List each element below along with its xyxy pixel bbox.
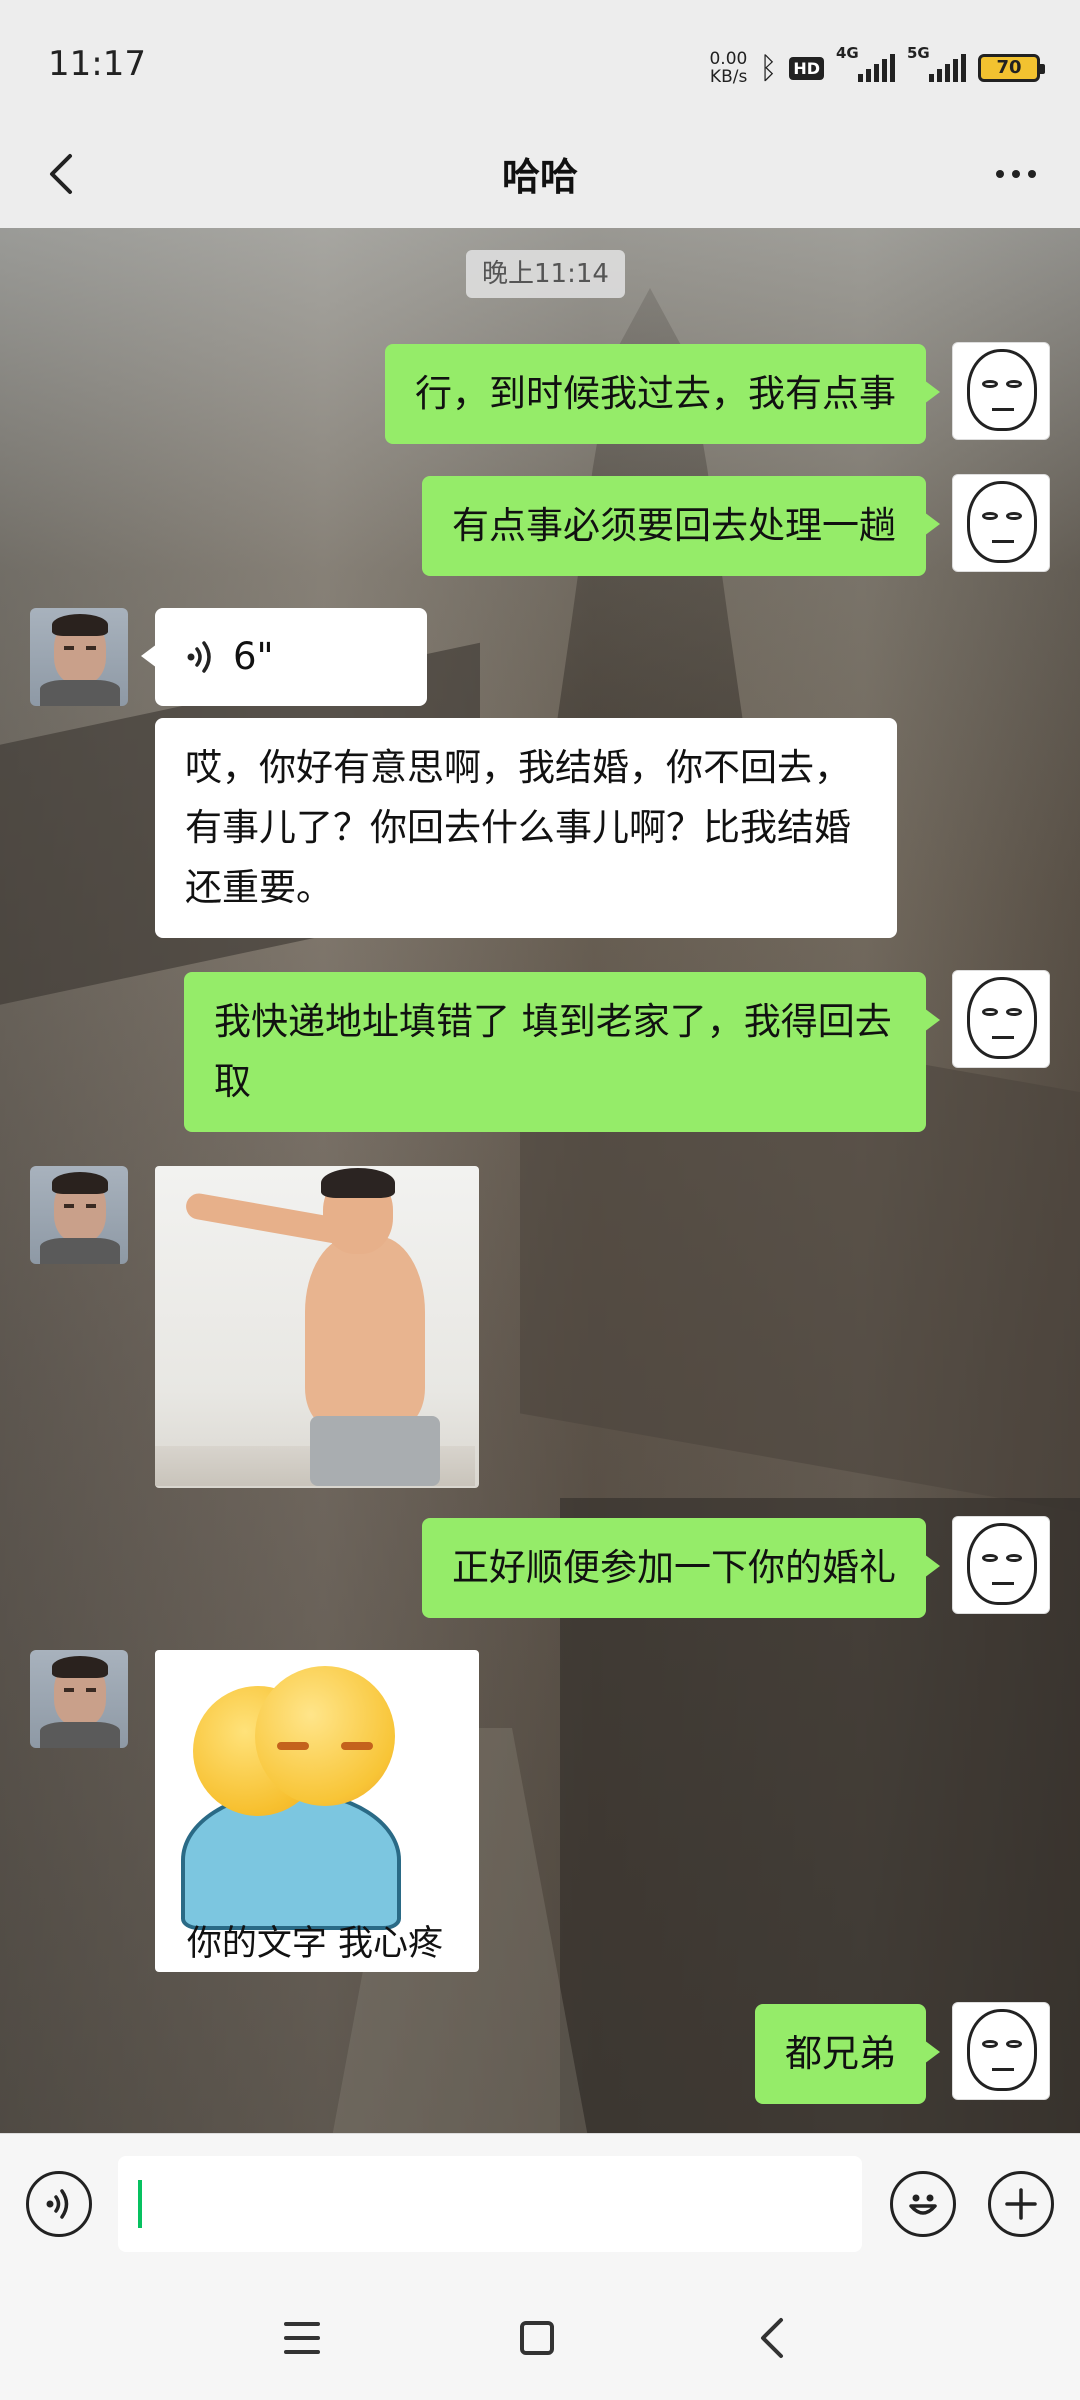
friend-face <box>52 1656 108 1726</box>
meme-face-icon <box>967 1523 1037 1605</box>
network-speed: 0.00 KB/s <box>709 49 748 87</box>
friend-avatar[interactable] <box>30 1650 128 1748</box>
chat-header: 哈哈 <box>0 120 1080 228</box>
menu-icon <box>284 2322 320 2354</box>
plus-icon <box>1005 2188 1037 2220</box>
more-dot-icon <box>1028 170 1036 178</box>
incoming-message[interactable]: 哎，你好有意思啊，我结婚，你不回去，有事儿了？你回去什么事儿啊？比我结婚还重要。 <box>155 718 897 938</box>
outgoing-message[interactable]: 有点事必须要回去处理一趟 <box>422 476 940 576</box>
friend-avatar[interactable] <box>30 1166 128 1264</box>
meme-face-icon <box>967 349 1037 431</box>
voice-message[interactable]: 6" <box>141 608 427 706</box>
my-avatar[interactable] <box>952 2002 1050 2100</box>
friend-avatar[interactable] <box>30 608 128 706</box>
sticker-message[interactable]: 你的文字 我心疼 <box>155 1650 479 1972</box>
voice-input-button[interactable] <box>26 2171 92 2237</box>
input-bar <box>0 2133 1080 2273</box>
system-back-button[interactable] <box>732 2303 812 2373</box>
sticker-caption: 你的文字 我心疼 <box>186 1924 444 1964</box>
message-input-field[interactable] <box>118 2156 862 2252</box>
outgoing-message[interactable]: 行，到时候我过去，我有点事 <box>385 344 940 444</box>
more-dot-icon <box>996 170 1004 178</box>
recent-apps-button[interactable] <box>262 2303 342 2373</box>
message-input[interactable] <box>148 2176 838 2232</box>
status-bar: 11:17 0.00 KB/s ᛒ HD 4G 5G 70 <box>0 0 1080 120</box>
system-nav-bar <box>0 2273 1080 2400</box>
chat-title: 哈哈 <box>501 155 578 199</box>
voice-wave-icon <box>187 641 211 673</box>
emoji-button[interactable] <box>890 2171 956 2237</box>
outgoing-message[interactable]: 我快递地址填错了 填到老家了，我得回去取 <box>184 972 940 1132</box>
bluetooth-icon: ᛒ <box>759 50 778 86</box>
image-message[interactable] <box>155 1166 479 1488</box>
voice-duration: 6" <box>233 635 274 678</box>
hug-body <box>181 1790 401 1930</box>
hd-voice-icon: HD <box>789 56 824 80</box>
more-actions-button[interactable] <box>988 2171 1054 2237</box>
voice-input-icon <box>46 2189 69 2219</box>
outgoing-message[interactable]: 正好顺便参加一下你的婚礼 <box>422 1518 940 1618</box>
status-time: 11:17 <box>48 44 146 84</box>
signal-5g-icon: 5G <box>907 44 966 82</box>
meme-face-icon <box>967 977 1037 1059</box>
home-button[interactable] <box>497 2303 577 2373</box>
my-avatar[interactable] <box>952 1516 1050 1614</box>
chat-area[interactable]: 晚上11:14 行，到时候我过去，我有点事 有点事必须要回去处理一趟 6" 哎，… <box>0 228 1080 2133</box>
friend-face <box>52 1172 108 1242</box>
more-dot-icon <box>1012 170 1020 178</box>
chevron-left-icon <box>761 2318 783 2358</box>
outgoing-message[interactable]: 都兄弟 <box>755 2004 940 2104</box>
my-avatar[interactable] <box>952 970 1050 1068</box>
more-options-button[interactable] <box>976 142 1056 206</box>
battery-icon: 70 <box>978 54 1045 82</box>
emoji-icon <box>909 2194 937 2215</box>
emoji-face-icon <box>255 1666 395 1806</box>
signal-4g-icon: 4G <box>836 44 895 82</box>
status-icons: 0.00 KB/s ᛒ HD 4G 5G 70 <box>709 44 1045 90</box>
text-cursor <box>138 2180 142 2228</box>
message-timestamp: 晚上11:14 <box>466 250 625 298</box>
my-avatar[interactable] <box>952 342 1050 440</box>
meme-face-icon <box>967 2009 1037 2091</box>
friend-face <box>52 614 108 684</box>
my-avatar[interactable] <box>952 474 1050 572</box>
meme-face-icon <box>967 481 1037 563</box>
home-icon <box>520 2321 554 2355</box>
